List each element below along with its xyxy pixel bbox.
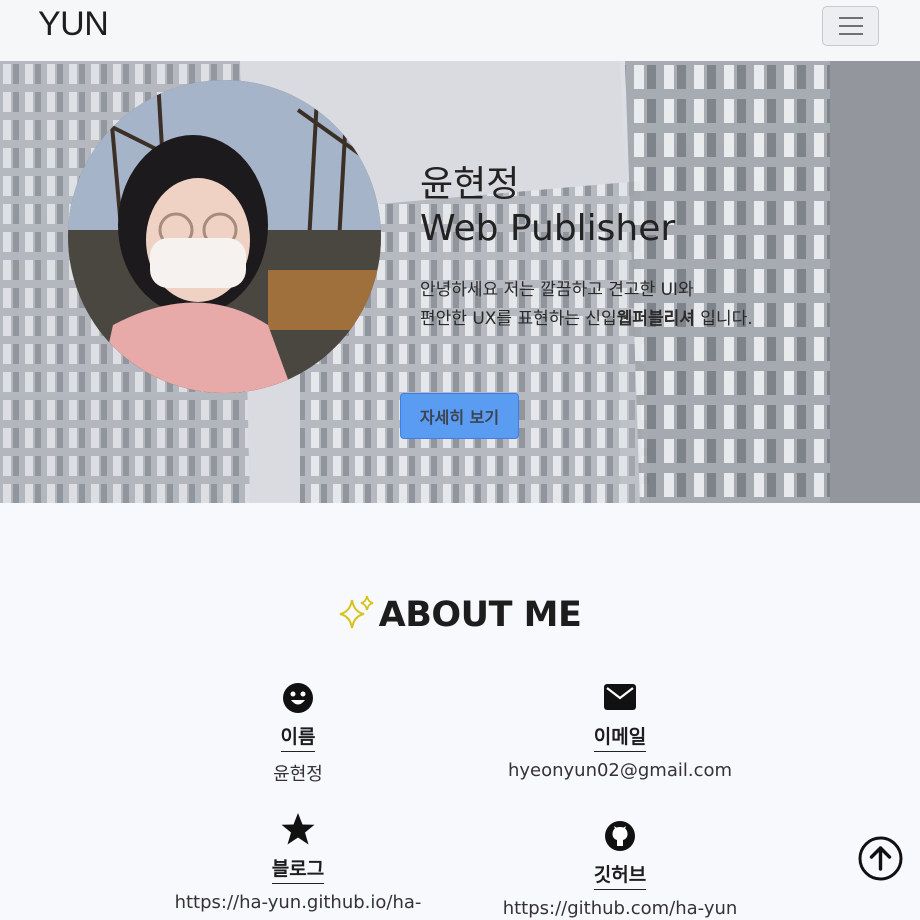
hero-name: 윤현정 [420, 164, 520, 205]
info-blog: 블로그 https://ha-yun.github.io/ha- [148, 812, 448, 913]
hamburger-icon [838, 17, 863, 19]
brand-logo[interactable]: YUN [38, 5, 109, 44]
sparkle-icon [339, 595, 373, 629]
smiley-icon [283, 683, 313, 713]
info-blog-label: 블로그 [271, 854, 325, 884]
hero-section: 윤현정 Web Publisher 안녕하세요 저는 깔끔하고 견고한 UI와 … [0, 61, 920, 503]
github-icon [605, 821, 635, 851]
mail-icon [604, 684, 636, 710]
info-name-value: 윤현정 [273, 764, 323, 785]
info-email-value[interactable]: hyeonyun02@gmail.com [495, 760, 745, 781]
detail-button[interactable]: 자세히 보기 [400, 393, 519, 439]
info-name-label: 이름 [280, 722, 316, 752]
hero-desc-line2: 편안한 UX를 표현하는 신입웹퍼블리셔 입니다. [420, 309, 753, 329]
hero-description: 안녕하세요 저는 깔끔하고 견고한 UI와 편안한 UX를 표현하는 신입웹퍼블… [420, 276, 753, 334]
profile-photo [68, 80, 381, 393]
info-blog-value[interactable]: https://ha-yun.github.io/ha- [148, 892, 448, 913]
star-icon [281, 813, 315, 845]
info-github-value[interactable]: https://github.com/ha-yun [470, 898, 770, 919]
info-github-label: 깃허브 [593, 860, 647, 890]
info-email-label: 이메일 [593, 722, 647, 752]
hero-desc-emphasis: 웹퍼블리셔 [616, 309, 695, 329]
info-github: 깃허브 https://github.com/ha-yun [470, 820, 770, 919]
about-title: ABOUT ME [378, 595, 582, 635]
info-name: 이름 윤현정 [198, 682, 398, 786]
info-email: 이메일 hyeonyun02@gmail.com [495, 684, 745, 781]
about-heading: ABOUT ME [0, 594, 920, 635]
hero-desc-line1: 안녕하세요 저는 깔끔하고 견고한 UI와 [420, 280, 694, 300]
navbar: YUN [0, 0, 920, 61]
menu-toggle-button[interactable] [822, 6, 879, 46]
hero-role: Web Publisher [420, 208, 676, 249]
arrow-up-circle-icon[interactable] [858, 836, 903, 881]
hero-heading: 윤현정 Web Publisher [420, 163, 675, 251]
